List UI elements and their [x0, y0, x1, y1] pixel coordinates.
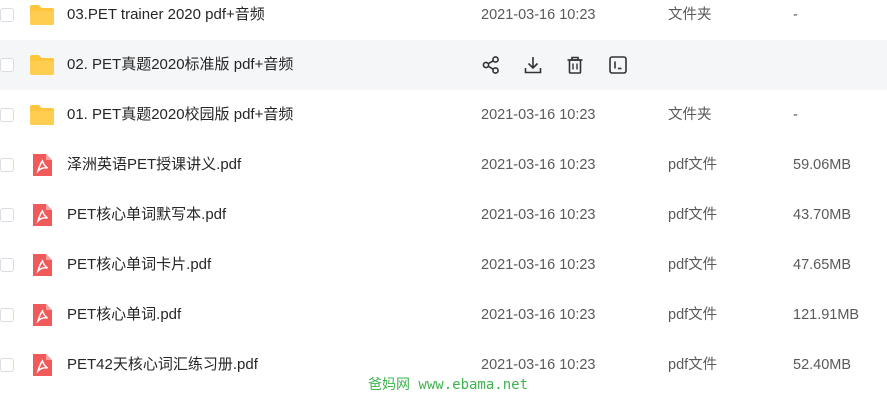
file-size: 52.40MB: [793, 357, 852, 373]
file-date: 2021-03-16 10:23: [481, 107, 596, 123]
file-name[interactable]: PET核心单词默写本.pdf: [67, 205, 226, 225]
row-checkbox[interactable]: [0, 8, 14, 22]
folder-icon: [30, 5, 54, 25]
more-icon[interactable]: [607, 54, 629, 76]
file-row[interactable]: 03.PET trainer 2020 pdf+音频 2021-03-16 10…: [0, 0, 887, 40]
file-date: 2021-03-16 10:23: [481, 7, 596, 23]
file-type: pdf文件: [668, 357, 718, 373]
file-row[interactable]: PET核心单词默写本.pdf 2021-03-16 10:23 pdf文件 43…: [0, 190, 887, 240]
file-name[interactable]: PET核心单词卡片.pdf: [67, 255, 211, 275]
file-name[interactable]: 02. PET真题2020标准版 pdf+音频: [67, 55, 293, 75]
file-list: 03.PET trainer 2020 pdf+音频 2021-03-16 10…: [0, 0, 887, 390]
file-row[interactable]: 01. PET真题2020校园版 pdf+音频 2021-03-16 10:23…: [0, 90, 887, 140]
file-date: 2021-03-16 10:23: [481, 307, 596, 323]
share-icon[interactable]: [480, 54, 502, 76]
file-type: pdf文件: [668, 257, 718, 273]
file-size: -: [793, 107, 798, 123]
file-type: pdf文件: [668, 207, 718, 223]
pdf-file-icon: [33, 154, 52, 176]
pdf-file-icon: [33, 254, 52, 276]
file-row[interactable]: PET核心单词卡片.pdf 2021-03-16 10:23 pdf文件 47.…: [0, 240, 887, 290]
pdf-file-icon: [33, 204, 52, 226]
row-checkbox[interactable]: [0, 58, 14, 72]
file-date: 2021-03-16 10:23: [481, 207, 596, 223]
delete-icon[interactable]: [564, 54, 586, 76]
row-checkbox[interactable]: [0, 308, 14, 322]
file-type: 文件夹: [668, 7, 712, 23]
folder-icon: [30, 105, 54, 125]
file-size: -: [793, 7, 798, 23]
file-type: 文件夹: [668, 107, 712, 123]
file-size: 121.91MB: [793, 307, 860, 323]
file-size: 59.06MB: [793, 157, 852, 173]
folder-icon: [30, 55, 54, 75]
row-checkbox[interactable]: [0, 258, 14, 272]
file-size: 43.70MB: [793, 207, 852, 223]
file-row[interactable]: 02. PET真题2020标准版 pdf+音频: [0, 40, 887, 90]
pdf-file-icon: [33, 304, 52, 326]
file-date: 2021-03-16 10:23: [481, 157, 596, 173]
file-name[interactable]: 03.PET trainer 2020 pdf+音频: [67, 5, 265, 25]
file-name[interactable]: 01. PET真题2020校园版 pdf+音频: [67, 105, 293, 125]
file-row[interactable]: 泽洲英语PET授课讲义.pdf 2021-03-16 10:23 pdf文件 5…: [0, 140, 887, 190]
file-name[interactable]: PET核心单词.pdf: [67, 305, 181, 325]
file-type: pdf文件: [668, 307, 718, 323]
row-checkbox[interactable]: [0, 208, 14, 222]
file-name[interactable]: 泽洲英语PET授课讲义.pdf: [67, 155, 241, 175]
row-checkbox[interactable]: [0, 358, 14, 372]
download-icon[interactable]: [522, 54, 544, 76]
watermark: 爸妈网 www.ebama.net: [368, 377, 529, 393]
row-checkbox[interactable]: [0, 158, 14, 172]
file-type: pdf文件: [668, 157, 718, 173]
file-date: 2021-03-16 10:23: [481, 257, 596, 273]
file-name[interactable]: PET42天核心词汇练习册.pdf: [67, 355, 258, 375]
row-checkbox[interactable]: [0, 108, 14, 122]
file-date: 2021-03-16 10:23: [481, 357, 596, 373]
pdf-file-icon: [33, 354, 52, 376]
file-size: 47.65MB: [793, 257, 852, 273]
file-row[interactable]: PET核心单词.pdf 2021-03-16 10:23 pdf文件 121.9…: [0, 290, 887, 340]
